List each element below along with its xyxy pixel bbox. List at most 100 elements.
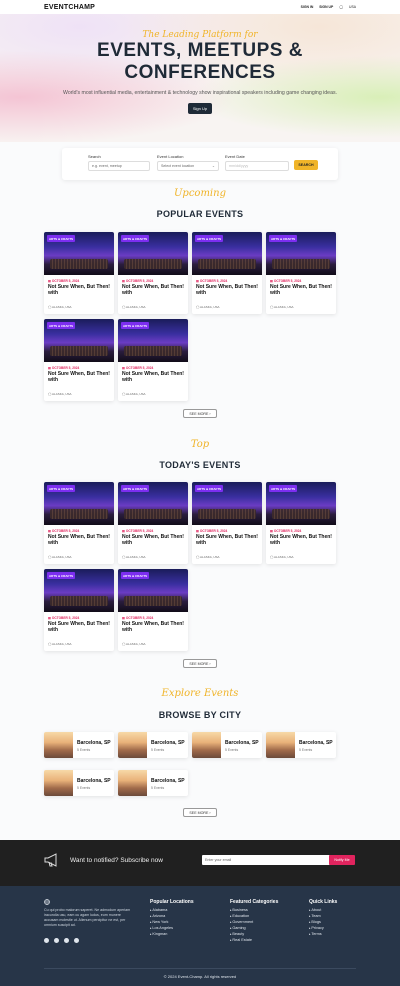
event-card[interactable]: ARTS & CRAFTS ▤ OCTOBER 5, 2024 Not Sure W…: [266, 482, 336, 564]
see-more-label: SEE MORE: [189, 661, 209, 666]
see-more-label: SEE MORE: [189, 411, 209, 416]
city-card[interactable]: Barcelona, SP 5 Events: [118, 770, 188, 796]
event-location-text: ALASKA, USA: [274, 305, 294, 309]
notify-me-button[interactable]: Notify Me: [329, 855, 355, 865]
date-input[interactable]: mm/dd/yyyy: [225, 161, 289, 171]
event-title[interactable]: Not Sure When, But Then! with: [122, 534, 184, 546]
event-card[interactable]: ARTS & CRAFTS ▤ OCTOBER 5, 2024 Not Sure W…: [192, 232, 262, 314]
event-title[interactable]: Not Sure When, But Then! with: [48, 371, 110, 383]
category-badge: ARTS & CRAFTS: [269, 235, 298, 242]
event-location-text: ALASKA, USA: [274, 555, 294, 559]
youtube-icon[interactable]: [74, 938, 79, 943]
event-location-text: ALASKA, USA: [126, 305, 146, 309]
subscribe-email-input[interactable]: Enter your email: [202, 855, 330, 865]
search-button[interactable]: SEARCH: [294, 160, 318, 170]
hero-signup-button[interactable]: Sign Up: [187, 102, 213, 114]
event-date: ▤ OCTOBER 5, 2024: [122, 279, 153, 283]
location-field-group: Event Location Select event location ⌄: [157, 154, 219, 171]
event-title[interactable]: Not Sure When, But Then! with: [270, 534, 332, 546]
category-badge: ARTS & CRAFTS: [121, 572, 150, 579]
x-twitter-icon[interactable]: [64, 938, 69, 943]
footer-link[interactable]: Real Estate: [230, 937, 278, 943]
event-date-text: OCTOBER 5, 2024: [199, 529, 228, 533]
event-title[interactable]: Not Sure When, But Then! with: [122, 621, 184, 633]
search-input[interactable]: e.g. event, meetup: [88, 161, 150, 171]
chevron-right-icon: ›: [209, 810, 211, 815]
date-label: Event Date: [225, 154, 245, 159]
facebook-icon[interactable]: [44, 938, 49, 943]
popular-see-more-button[interactable]: SEE MORE ›: [183, 409, 217, 418]
city-card[interactable]: Barcelona, SP 5 Events: [44, 732, 114, 758]
city-image: [44, 770, 73, 796]
event-card[interactable]: ARTS & CRAFTS ▤ OCTOBER 5, 2024 Not Sure W…: [44, 319, 114, 401]
cities-see-more-button[interactable]: SEE MORE ›: [183, 808, 217, 817]
footer-link[interactable]: Kingman: [150, 931, 194, 937]
event-card[interactable]: ARTS & CRAFTS ▤ OCTOBER 5, 2024 Not Sure W…: [266, 232, 336, 314]
nav-links: SIGN IN SIGN UP ◯ USA: [301, 5, 356, 9]
city-event-count: 5 Events: [225, 748, 239, 752]
event-date: ▤ OCTOBER 5, 2024: [48, 279, 79, 283]
calendar-icon: ▤: [122, 529, 126, 533]
event-title[interactable]: Not Sure When, But Then! with: [48, 534, 110, 546]
event-title[interactable]: Not Sure When, But Then! with: [122, 284, 184, 296]
quick-links-heading: Quick Links: [309, 899, 338, 905]
footer-categories: Featured Categories Business Education G…: [230, 899, 278, 943]
event-title[interactable]: Not Sure When, But Then! with: [122, 371, 184, 383]
country-selector[interactable]: USA: [349, 5, 356, 9]
event-date-text: OCTOBER 5, 2024: [125, 616, 154, 620]
event-card[interactable]: ARTS & CRAFTS ▤ OCTOBER 5, 2024 Not Sure W…: [118, 319, 188, 401]
event-date-text: OCTOBER 5, 2024: [273, 529, 302, 533]
calendar-icon: ▤: [270, 529, 274, 533]
city-card[interactable]: Barcelona, SP 5 Events: [266, 732, 336, 758]
event-card[interactable]: ARTS & CRAFTS ▤ OCTOBER 5, 2024 Not Sure W…: [44, 232, 114, 314]
city-event-count: 5 Events: [151, 786, 165, 790]
city-card[interactable]: Barcelona, SP 5 Events: [118, 732, 188, 758]
event-title[interactable]: Not Sure When, But Then! with: [48, 284, 110, 296]
event-location: ◯ ALASKA, USA: [122, 392, 146, 396]
footer-link[interactable]: Terms: [309, 931, 337, 937]
social-links: [44, 938, 79, 943]
event-card[interactable]: ARTS & CRAFTS ▤ OCTOBER 5, 2024 Not Sure W…: [118, 232, 188, 314]
event-location-text: ALASKA, USA: [126, 392, 146, 396]
signup-link[interactable]: SIGN UP: [319, 5, 333, 9]
footer-quick-links: Quick Links About Team Blogs Privacy Ter…: [309, 899, 337, 937]
location-select[interactable]: Select event location ⌄: [157, 161, 219, 171]
event-date-text: OCTOBER 5, 2024: [199, 279, 228, 283]
location-pin-icon: ◯: [270, 305, 274, 309]
event-title[interactable]: Not Sure When, But Then! with: [48, 621, 110, 633]
footer-about: Cu qui probo malorum saperet. Ne admodum…: [44, 908, 131, 927]
location-pin-icon: ◯: [48, 555, 52, 559]
cities-script: Explore Events: [161, 688, 239, 699]
chevron-right-icon: ›: [209, 411, 211, 416]
event-date-text: OCTOBER 5, 2024: [273, 279, 302, 283]
event-location-text: ALASKA, USA: [52, 555, 72, 559]
instagram-icon[interactable]: [54, 938, 59, 943]
event-card[interactable]: ARTS & CRAFTS ▤ OCTOBER 5, 2024 Not Sure W…: [44, 569, 114, 651]
signin-link[interactable]: SIGN IN: [301, 5, 314, 9]
subscribe-placeholder: Enter your email: [205, 858, 232, 862]
event-location: ◯ ALASKA, USA: [48, 392, 72, 396]
logo[interactable]: EVENTCHAMP: [44, 4, 95, 11]
category-badge: ARTS & CRAFTS: [47, 322, 76, 329]
city-name: Barcelona, SP: [77, 740, 111, 746]
event-date-text: OCTOBER 5, 2024: [51, 616, 80, 620]
city-event-count: 5 Events: [299, 748, 313, 752]
today-see-more-button[interactable]: SEE MORE ›: [183, 659, 217, 668]
event-location-text: ALASKA, USA: [52, 305, 72, 309]
event-title[interactable]: Not Sure When, But Then! with: [196, 534, 258, 546]
city-image: [118, 732, 147, 758]
location-pin-icon: ◯: [122, 642, 126, 646]
city-card[interactable]: Barcelona, SP 5 Events: [44, 770, 114, 796]
event-title[interactable]: Not Sure When, But Then! with: [196, 284, 258, 296]
event-card[interactable]: ARTS & CRAFTS ▤ OCTOBER 5, 2024 Not Sure W…: [192, 482, 262, 564]
search-field-group: Search e.g. event, meetup: [88, 154, 150, 171]
event-card[interactable]: ARTS & CRAFTS ▤ OCTOBER 5, 2024 Not Sure W…: [44, 482, 114, 564]
today-title: TODAY'S EVENTS: [159, 460, 241, 470]
event-card[interactable]: ARTS & CRAFTS ▤ OCTOBER 5, 2024 Not Sure W…: [118, 482, 188, 564]
calendar-icon: ▤: [48, 529, 52, 533]
city-card[interactable]: Barcelona, SP 5 Events: [192, 732, 262, 758]
event-card[interactable]: ARTS & CRAFTS ▤ OCTOBER 5, 2024 Not Sure W…: [118, 569, 188, 651]
calendar-icon: ▤: [122, 279, 126, 283]
globe-icon: [44, 899, 50, 905]
event-title[interactable]: Not Sure When, But Then! with: [270, 284, 332, 296]
